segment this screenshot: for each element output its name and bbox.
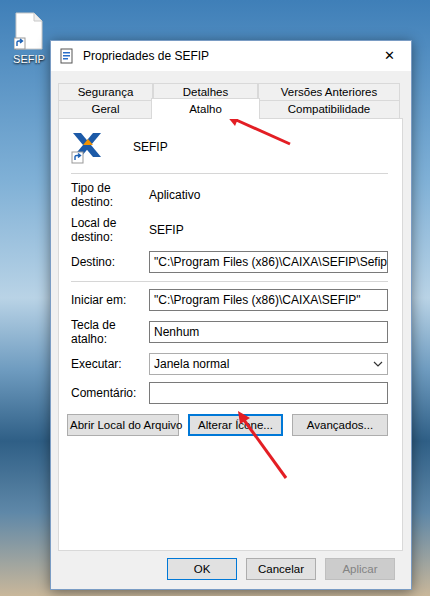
- action-button[interactable]: Abrir Local do Arquivo: [67, 414, 179, 436]
- field-label: Comentário:: [71, 386, 149, 400]
- sefip-logo-icon: [71, 130, 105, 164]
- dialog-buttons: OK Cancelar Aplicar: [58, 551, 403, 580]
- close-button[interactable]: ✕: [367, 41, 411, 71]
- text-field[interactable]: "C:\Program Files (x86)\CAIXA\SEFIP": [149, 289, 388, 311]
- field-label: Local de destino:: [71, 216, 149, 244]
- chevron-down-icon: [373, 361, 383, 367]
- text-field[interactable]: [149, 382, 388, 404]
- dialog-button[interactable]: Cancelar: [246, 558, 316, 580]
- window-title: Propriedades de SEFIP: [83, 49, 359, 63]
- desktop-shortcut[interactable]: SEFIP: [8, 12, 50, 65]
- field-label: Destino:: [71, 255, 149, 269]
- action-buttons: Abrir Local do Arquivo Alterar Ícone... Av…: [67, 414, 388, 436]
- field-row: Destino: "C:\Program Files (x86)\CAIXA\S…: [71, 251, 388, 273]
- separator: [71, 281, 388, 282]
- file-icon: [14, 12, 44, 50]
- tab-row: GeralAtalhoCompatibilidade: [58, 100, 400, 118]
- field-value: Aplicativo: [149, 188, 388, 202]
- field-label: Executar:: [71, 357, 149, 371]
- desktop-icon-label: SEFIP: [13, 53, 45, 65]
- desktop: SEFIP Propriedades de SEFIP ✕ SegurançaD…: [0, 0, 430, 596]
- text-field[interactable]: "C:\Program Files (x86)\CAIXA\SEFIP\Sefi…: [149, 251, 388, 273]
- tab-strip: SegurançaDetalhesVersões AnterioresGeral…: [58, 83, 403, 118]
- field-row: Tipo de destino: Aplicativo: [71, 181, 388, 209]
- tab[interactable]: Geral: [58, 100, 153, 118]
- action-button[interactable]: Avançados...: [292, 414, 388, 436]
- title-bar: Propriedades de SEFIP ✕: [51, 41, 411, 71]
- field-row: Iniciar em: "C:\Program Files (x86)\CAIX…: [71, 289, 388, 311]
- field-row: Comentário:: [71, 382, 388, 404]
- tab[interactable]: Segurança: [58, 83, 153, 100]
- tab[interactable]: Versões Anteriores: [258, 83, 400, 100]
- text-field[interactable]: Nenhum: [149, 321, 388, 343]
- action-button[interactable]: Alterar Ícone...: [188, 414, 283, 436]
- shortcut-panel: SEFIP Tipo de destino: AplicativoLocal d…: [58, 118, 403, 551]
- field-label: Tecla de atalho:: [71, 318, 149, 346]
- field-section: Iniciar em: "C:\Program Files (x86)\CAIX…: [71, 289, 388, 404]
- field-row: Local de destino: SEFIP: [71, 216, 388, 244]
- dialog-button[interactable]: Aplicar: [325, 558, 395, 580]
- field-label: Iniciar em:: [71, 293, 149, 307]
- properties-icon: [59, 48, 75, 64]
- run-dropdown[interactable]: Janela normal: [149, 353, 388, 375]
- tab[interactable]: Compatibilidade: [258, 100, 400, 118]
- field-label: Tipo de destino:: [71, 181, 149, 209]
- shortcut-name: SEFIP: [133, 140, 168, 154]
- separator: [71, 173, 388, 174]
- properties-dialog: Propriedades de SEFIP ✕ SegurançaDetalhe…: [50, 40, 412, 590]
- field-value: SEFIP: [149, 223, 388, 237]
- dialog-button[interactable]: OK: [167, 558, 237, 580]
- field-section: Tipo de destino: AplicativoLocal de dest…: [71, 181, 388, 273]
- shortcut-header: SEFIP: [71, 129, 388, 165]
- tab[interactable]: Atalho: [151, 98, 260, 119]
- field-row: Tecla de atalho: Nenhum: [71, 318, 388, 346]
- field-row: Executar: Janela normal: [71, 353, 388, 375]
- annotation-arrows-icon: [0, 0, 430, 596]
